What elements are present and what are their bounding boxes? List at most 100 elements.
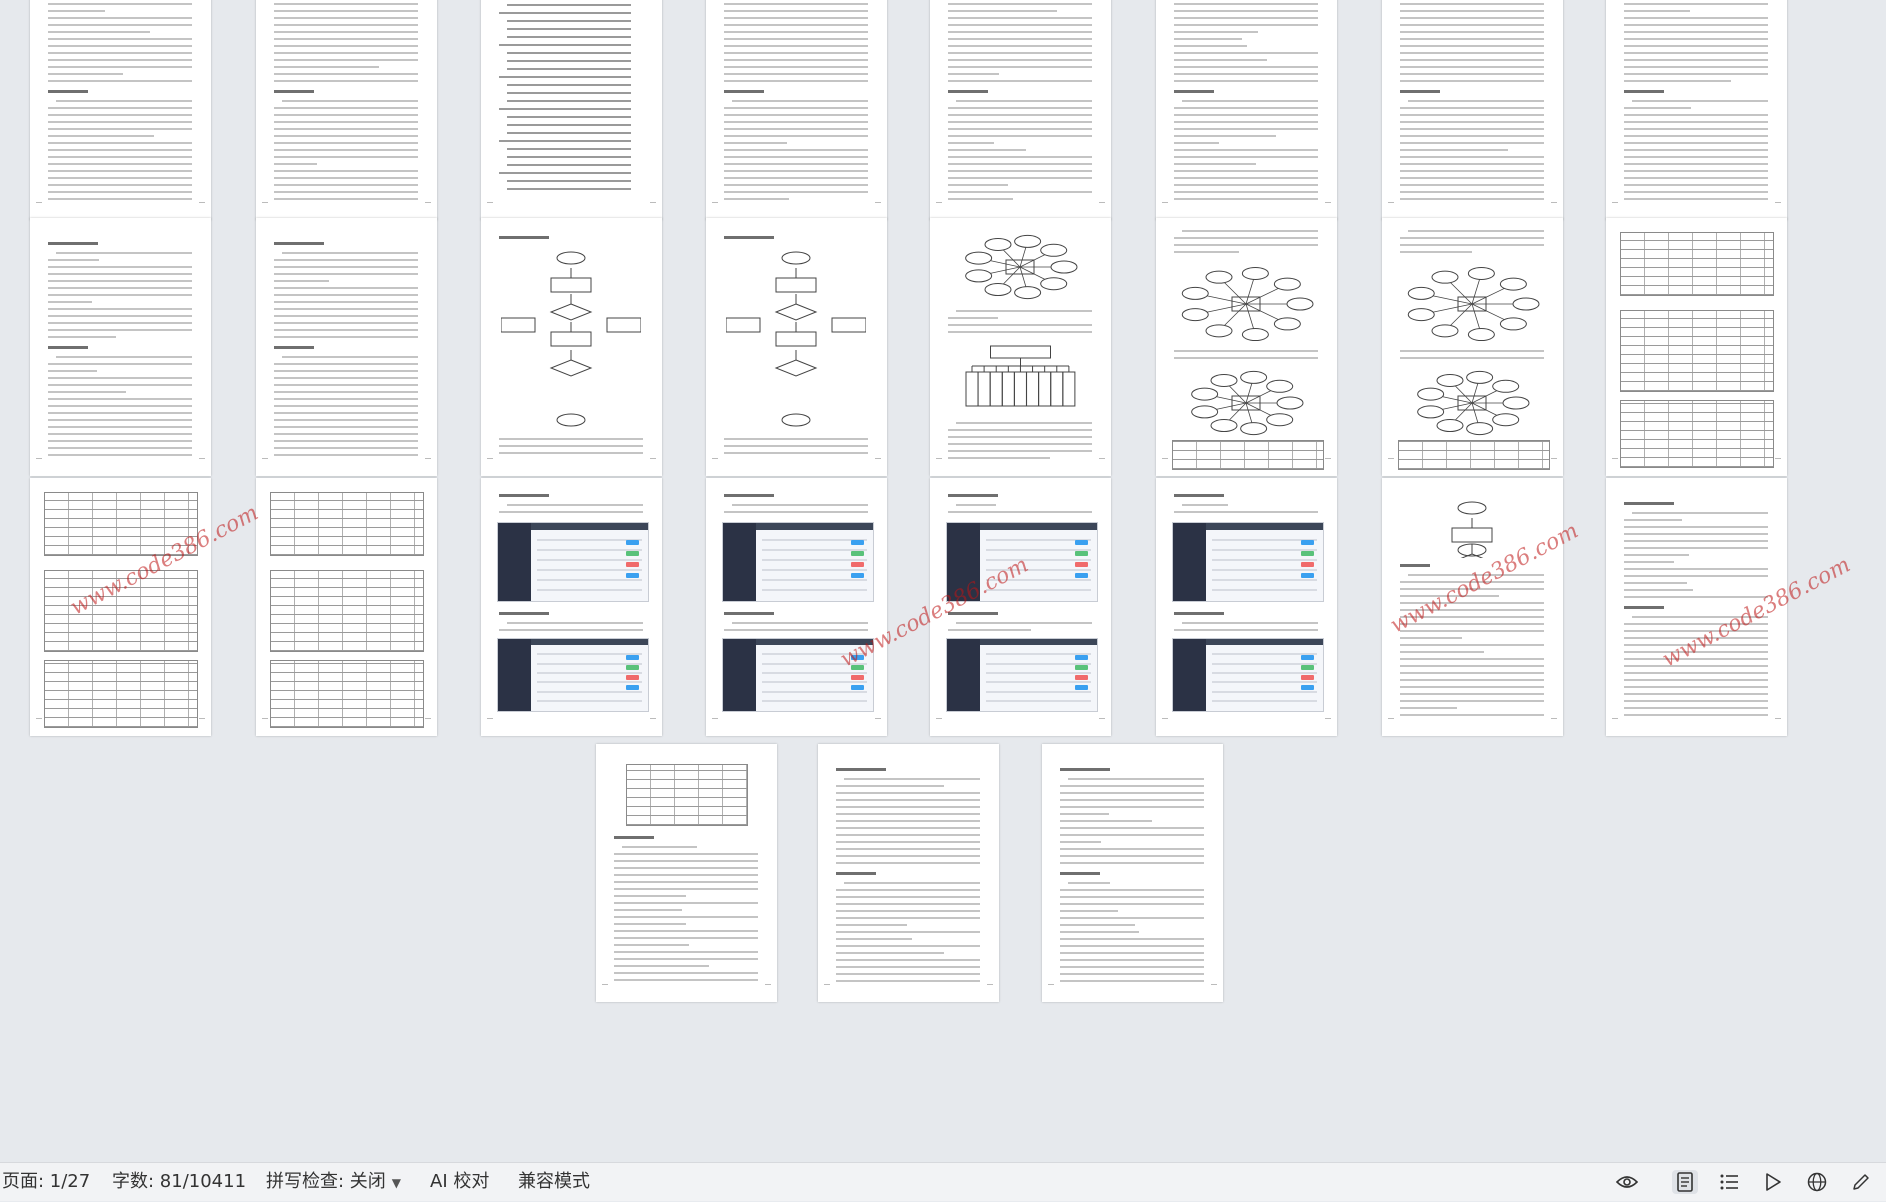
page-indicator[interactable]: 页面: 1/27 (2, 1163, 90, 1201)
page-view-icon[interactable] (1672, 1170, 1698, 1194)
screenshot-button (625, 654, 639, 660)
document-page[interactable] (1042, 744, 1223, 1002)
document-page[interactable] (30, 478, 211, 736)
data-table (1620, 400, 1774, 468)
document-page[interactable] (481, 0, 662, 220)
screenshot-button (1300, 551, 1314, 557)
text-line (948, 45, 1092, 47)
text-line (274, 363, 418, 365)
text-line (1060, 973, 1204, 975)
document-page[interactable] (818, 744, 999, 1002)
text-line (1624, 177, 1768, 179)
word-count[interactable]: 字数: 81/10411 (112, 1163, 246, 1201)
screenshot-sidebar (1173, 639, 1206, 711)
document-page[interactable] (256, 0, 437, 220)
document-page[interactable] (1606, 218, 1787, 476)
screenshot-row (986, 558, 1091, 561)
document-page[interactable] (706, 0, 887, 220)
screenshot-button (1074, 540, 1088, 546)
margin-mark (650, 718, 656, 719)
status-bar: 页面: 1/27 字数: 81/10411 拼写检查: 关闭 ▼ AI 校对 兼容… (0, 1162, 1886, 1201)
document-page[interactable] (1156, 0, 1337, 220)
document-page[interactable] (256, 478, 437, 736)
section-heading (1060, 872, 1100, 875)
screenshot-button (1300, 685, 1314, 691)
document-page[interactable] (1156, 218, 1337, 476)
document-page[interactable] (481, 478, 662, 736)
screenshot-header (1206, 523, 1323, 531)
globe-icon[interactable] (1804, 1170, 1830, 1194)
text-line (1174, 52, 1318, 54)
er-diagram-figure (1402, 264, 1542, 344)
screenshot-row (537, 681, 642, 684)
margin-mark (1612, 718, 1618, 719)
data-table (270, 660, 424, 728)
text-line (1400, 707, 1458, 709)
document-page[interactable] (596, 744, 777, 1002)
text-line (1060, 966, 1204, 968)
document-page[interactable] (30, 218, 211, 476)
text-line (48, 433, 192, 435)
text-line (724, 511, 868, 513)
text-line (1060, 841, 1102, 843)
text-line (1174, 629, 1318, 631)
text-line (274, 259, 418, 261)
er-diagram-figure (1186, 368, 1306, 438)
section-heading (274, 90, 314, 93)
text-line (274, 121, 418, 123)
text-line (1174, 121, 1318, 123)
document-workspace[interactable]: www.code386.com www.code386.com www.code38… (0, 0, 1886, 1162)
document-page[interactable] (30, 0, 211, 220)
document-page[interactable] (256, 218, 437, 476)
text-line (724, 452, 868, 454)
text-line (1174, 142, 1219, 144)
text-line (274, 3, 418, 5)
eye-icon[interactable] (1614, 1170, 1640, 1194)
text-line (1174, 251, 1239, 253)
document-page[interactable] (1382, 0, 1563, 220)
text-line (274, 184, 418, 186)
text-line (274, 412, 418, 414)
text-line (1174, 24, 1318, 26)
document-page[interactable] (1156, 478, 1337, 736)
document-page[interactable] (481, 218, 662, 476)
outline-icon[interactable] (1716, 1170, 1742, 1194)
margin-mark (1048, 984, 1054, 985)
document-page[interactable] (1606, 0, 1787, 220)
pen-icon[interactable] (1848, 1170, 1874, 1194)
text-line (48, 31, 150, 33)
document-page[interactable] (930, 0, 1111, 220)
text-line (48, 177, 192, 179)
text-line (614, 930, 758, 932)
toc-line (507, 116, 631, 118)
section-heading (274, 346, 314, 349)
text-line (48, 273, 192, 275)
section-heading (1174, 612, 1224, 615)
document-page[interactable] (930, 218, 1111, 476)
text-line (48, 3, 192, 5)
text-line (836, 924, 908, 926)
screenshot-figure (946, 638, 1098, 712)
text-line (1624, 589, 1693, 591)
text-line (1060, 855, 1204, 857)
margin-mark (602, 984, 608, 985)
spell-check-toggle[interactable]: 拼写检查: 关闭 ▼ (266, 1163, 401, 1201)
screenshot-row (537, 579, 642, 582)
document-page[interactable] (706, 218, 887, 476)
play-icon[interactable] (1760, 1170, 1786, 1194)
text-line (48, 384, 192, 386)
text-line (1400, 350, 1544, 352)
toc-line (507, 52, 631, 54)
text-line (1400, 198, 1544, 200)
toc-line (507, 4, 631, 6)
text-line (836, 980, 980, 982)
text-line (274, 398, 418, 400)
text-line (48, 419, 192, 421)
screenshot-row (986, 690, 1091, 693)
document-page[interactable] (1382, 218, 1563, 476)
document-page[interactable] (706, 478, 887, 736)
text-line (724, 156, 868, 158)
text-line (724, 135, 868, 137)
ai-proofread-button[interactable]: AI 校对 (430, 1163, 489, 1201)
screenshot-row (986, 700, 1091, 703)
